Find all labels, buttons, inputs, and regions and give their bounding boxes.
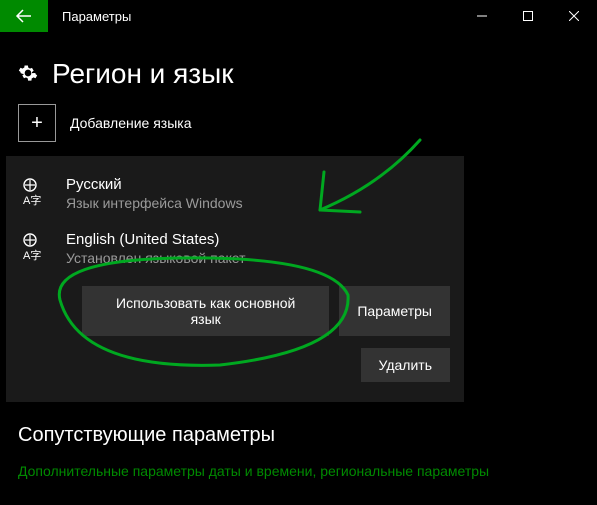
remove-language-button[interactable]: Удалить	[361, 348, 450, 382]
language-abc-icon: A字	[20, 231, 52, 266]
language-options-button[interactable]: Параметры	[339, 286, 450, 336]
window-title: Параметры	[48, 0, 459, 32]
maximize-button[interactable]	[505, 0, 551, 32]
language-item-english[interactable]: A字 English (United States) Установлен яз…	[20, 225, 450, 280]
language-item-russian[interactable]: A字 Русский Язык интерфейса Windows	[20, 170, 450, 225]
add-language-row[interactable]: + Добавление языка	[18, 104, 579, 142]
language-name: Русский	[66, 176, 243, 193]
gear-icon	[18, 63, 38, 86]
window-controls	[459, 0, 597, 32]
language-subtitle: Установлен языковой пакет	[66, 250, 246, 266]
add-language-label: Добавление языка	[70, 115, 192, 131]
close-button[interactable]	[551, 0, 597, 32]
page-title: Регион и язык	[52, 58, 233, 90]
plus-icon: +	[31, 112, 43, 135]
close-icon	[569, 11, 579, 21]
add-language-button[interactable]: +	[18, 104, 56, 142]
maximize-icon	[523, 11, 533, 21]
minimize-icon	[477, 11, 487, 21]
language-subtitle: Язык интерфейса Windows	[66, 195, 243, 211]
svg-text:A字: A字	[23, 193, 41, 206]
minimize-button[interactable]	[459, 0, 505, 32]
back-button[interactable]	[0, 0, 48, 32]
svg-text:A字: A字	[23, 248, 41, 261]
titlebar: Параметры	[0, 0, 597, 32]
back-arrow-icon	[15, 7, 33, 25]
language-abc-icon: A字	[20, 176, 52, 211]
related-heading: Сопутствующие параметры	[18, 424, 579, 447]
set-default-button[interactable]: Использовать как основной язык	[82, 286, 329, 336]
language-name: English (United States)	[66, 231, 246, 248]
related-settings-link[interactable]: Дополнительные параметры даты и времени,…	[18, 463, 579, 479]
languages-panel: A字 Русский Язык интерфейса Windows A字 En…	[6, 156, 464, 402]
